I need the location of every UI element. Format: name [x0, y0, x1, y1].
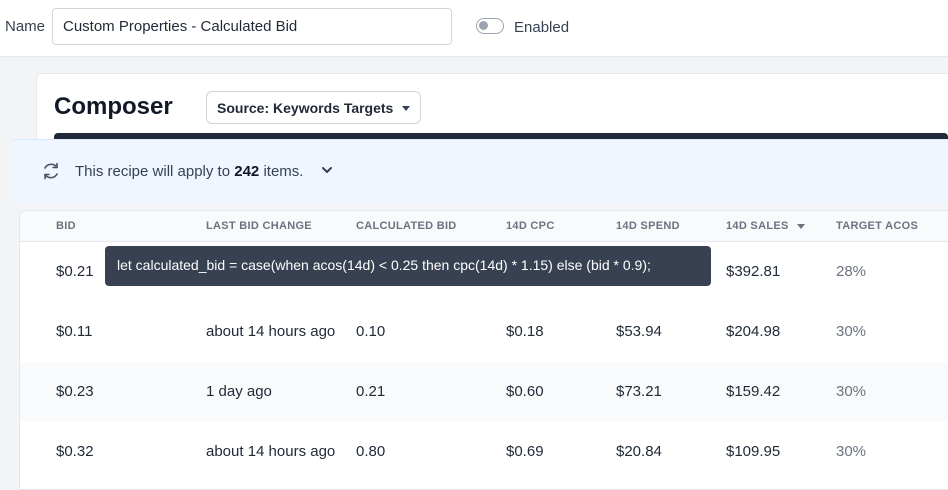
cell-bid: $0.32	[56, 443, 94, 460]
name-label: Name	[5, 18, 46, 35]
cell-calc-bid: 0.80	[356, 443, 386, 460]
col-bid[interactable]: BID	[56, 220, 76, 232]
formula-tooltip: let calculated_bid = case(when acos(14d)…	[105, 246, 711, 286]
cell-sales: $392.81	[726, 263, 781, 280]
col-last-bid-change[interactable]: LAST BID CHANGE	[206, 220, 312, 232]
toggle-knob	[479, 21, 488, 30]
cell-spend: $20.84	[616, 443, 662, 460]
cell-acos: 30%	[836, 383, 867, 400]
info-text: This recipe will apply to 242 items.	[75, 163, 303, 180]
chevron-down-icon[interactable]	[320, 163, 334, 177]
cell-cpc: $0.60	[506, 383, 544, 400]
cell-spend: $73.21	[616, 383, 662, 400]
cell-bid: $0.21	[56, 263, 94, 280]
source-dropdown[interactable]: Source: Keywords Targets	[206, 91, 421, 124]
source-label: Source: Keywords Targets	[217, 99, 394, 116]
cell-bid: $0.11	[56, 323, 93, 340]
info-prefix: This recipe will apply to	[75, 163, 231, 180]
cell-bid: $0.23	[56, 383, 94, 400]
col-target-acos[interactable]: TARGET ACOS	[836, 220, 918, 232]
cell-acos: 28%	[836, 263, 867, 280]
table-row[interactable]: $0.23 1 day ago 0.21 $0.60 $73.21 $159.4…	[20, 362, 948, 422]
item-count: 242	[234, 163, 260, 180]
cell-calc-bid: 0.10	[356, 323, 386, 340]
cell-calc-bid: 0.21	[356, 383, 386, 400]
col-calculated-bid[interactable]: CALCULATED BID	[356, 220, 457, 232]
col-14d-cpc[interactable]: 14D CPC	[506, 220, 555, 232]
cell-sales: $159.42	[726, 383, 781, 400]
col-14d-sales-label: 14D SALES	[726, 220, 789, 232]
cell-cpc: $0.18	[506, 323, 544, 340]
enabled-toggle[interactable]	[476, 18, 504, 34]
caret-down-icon	[402, 106, 410, 111]
name-input[interactable]	[52, 8, 452, 45]
col-14d-spend[interactable]: 14D SPEND	[616, 220, 680, 232]
top-bar: Name Enabled	[0, 0, 948, 57]
cell-acos: 30%	[836, 323, 867, 340]
cell-sales: $204.98	[726, 323, 781, 340]
cell-last-change: about 14 hours ago	[206, 323, 336, 340]
col-14d-sales[interactable]: 14D SALES	[726, 220, 805, 232]
table-row[interactable]: $0.11 about 14 hours ago 0.10 $0.18 $53.…	[20, 302, 948, 362]
cell-acos: 30%	[836, 443, 867, 460]
refresh-icon[interactable]	[41, 161, 61, 181]
cell-cpc: $0.69	[506, 443, 544, 460]
cell-last-change: 1 day ago	[206, 383, 272, 400]
info-suffix: items.	[263, 163, 304, 180]
composer-title: Composer	[54, 93, 173, 120]
cell-sales: $109.95	[726, 443, 781, 460]
table-row[interactable]: $0.32 about 14 hours ago 0.80 $0.69 $20.…	[20, 422, 948, 482]
cell-spend: $53.94	[616, 323, 662, 340]
table-header: BID LAST BID CHANGE CALCULATED BID 14D C…	[20, 211, 948, 242]
sort-desc-icon	[796, 223, 805, 229]
cell-last-change: about 14 hours ago	[206, 443, 336, 460]
enabled-label: Enabled	[514, 19, 570, 36]
